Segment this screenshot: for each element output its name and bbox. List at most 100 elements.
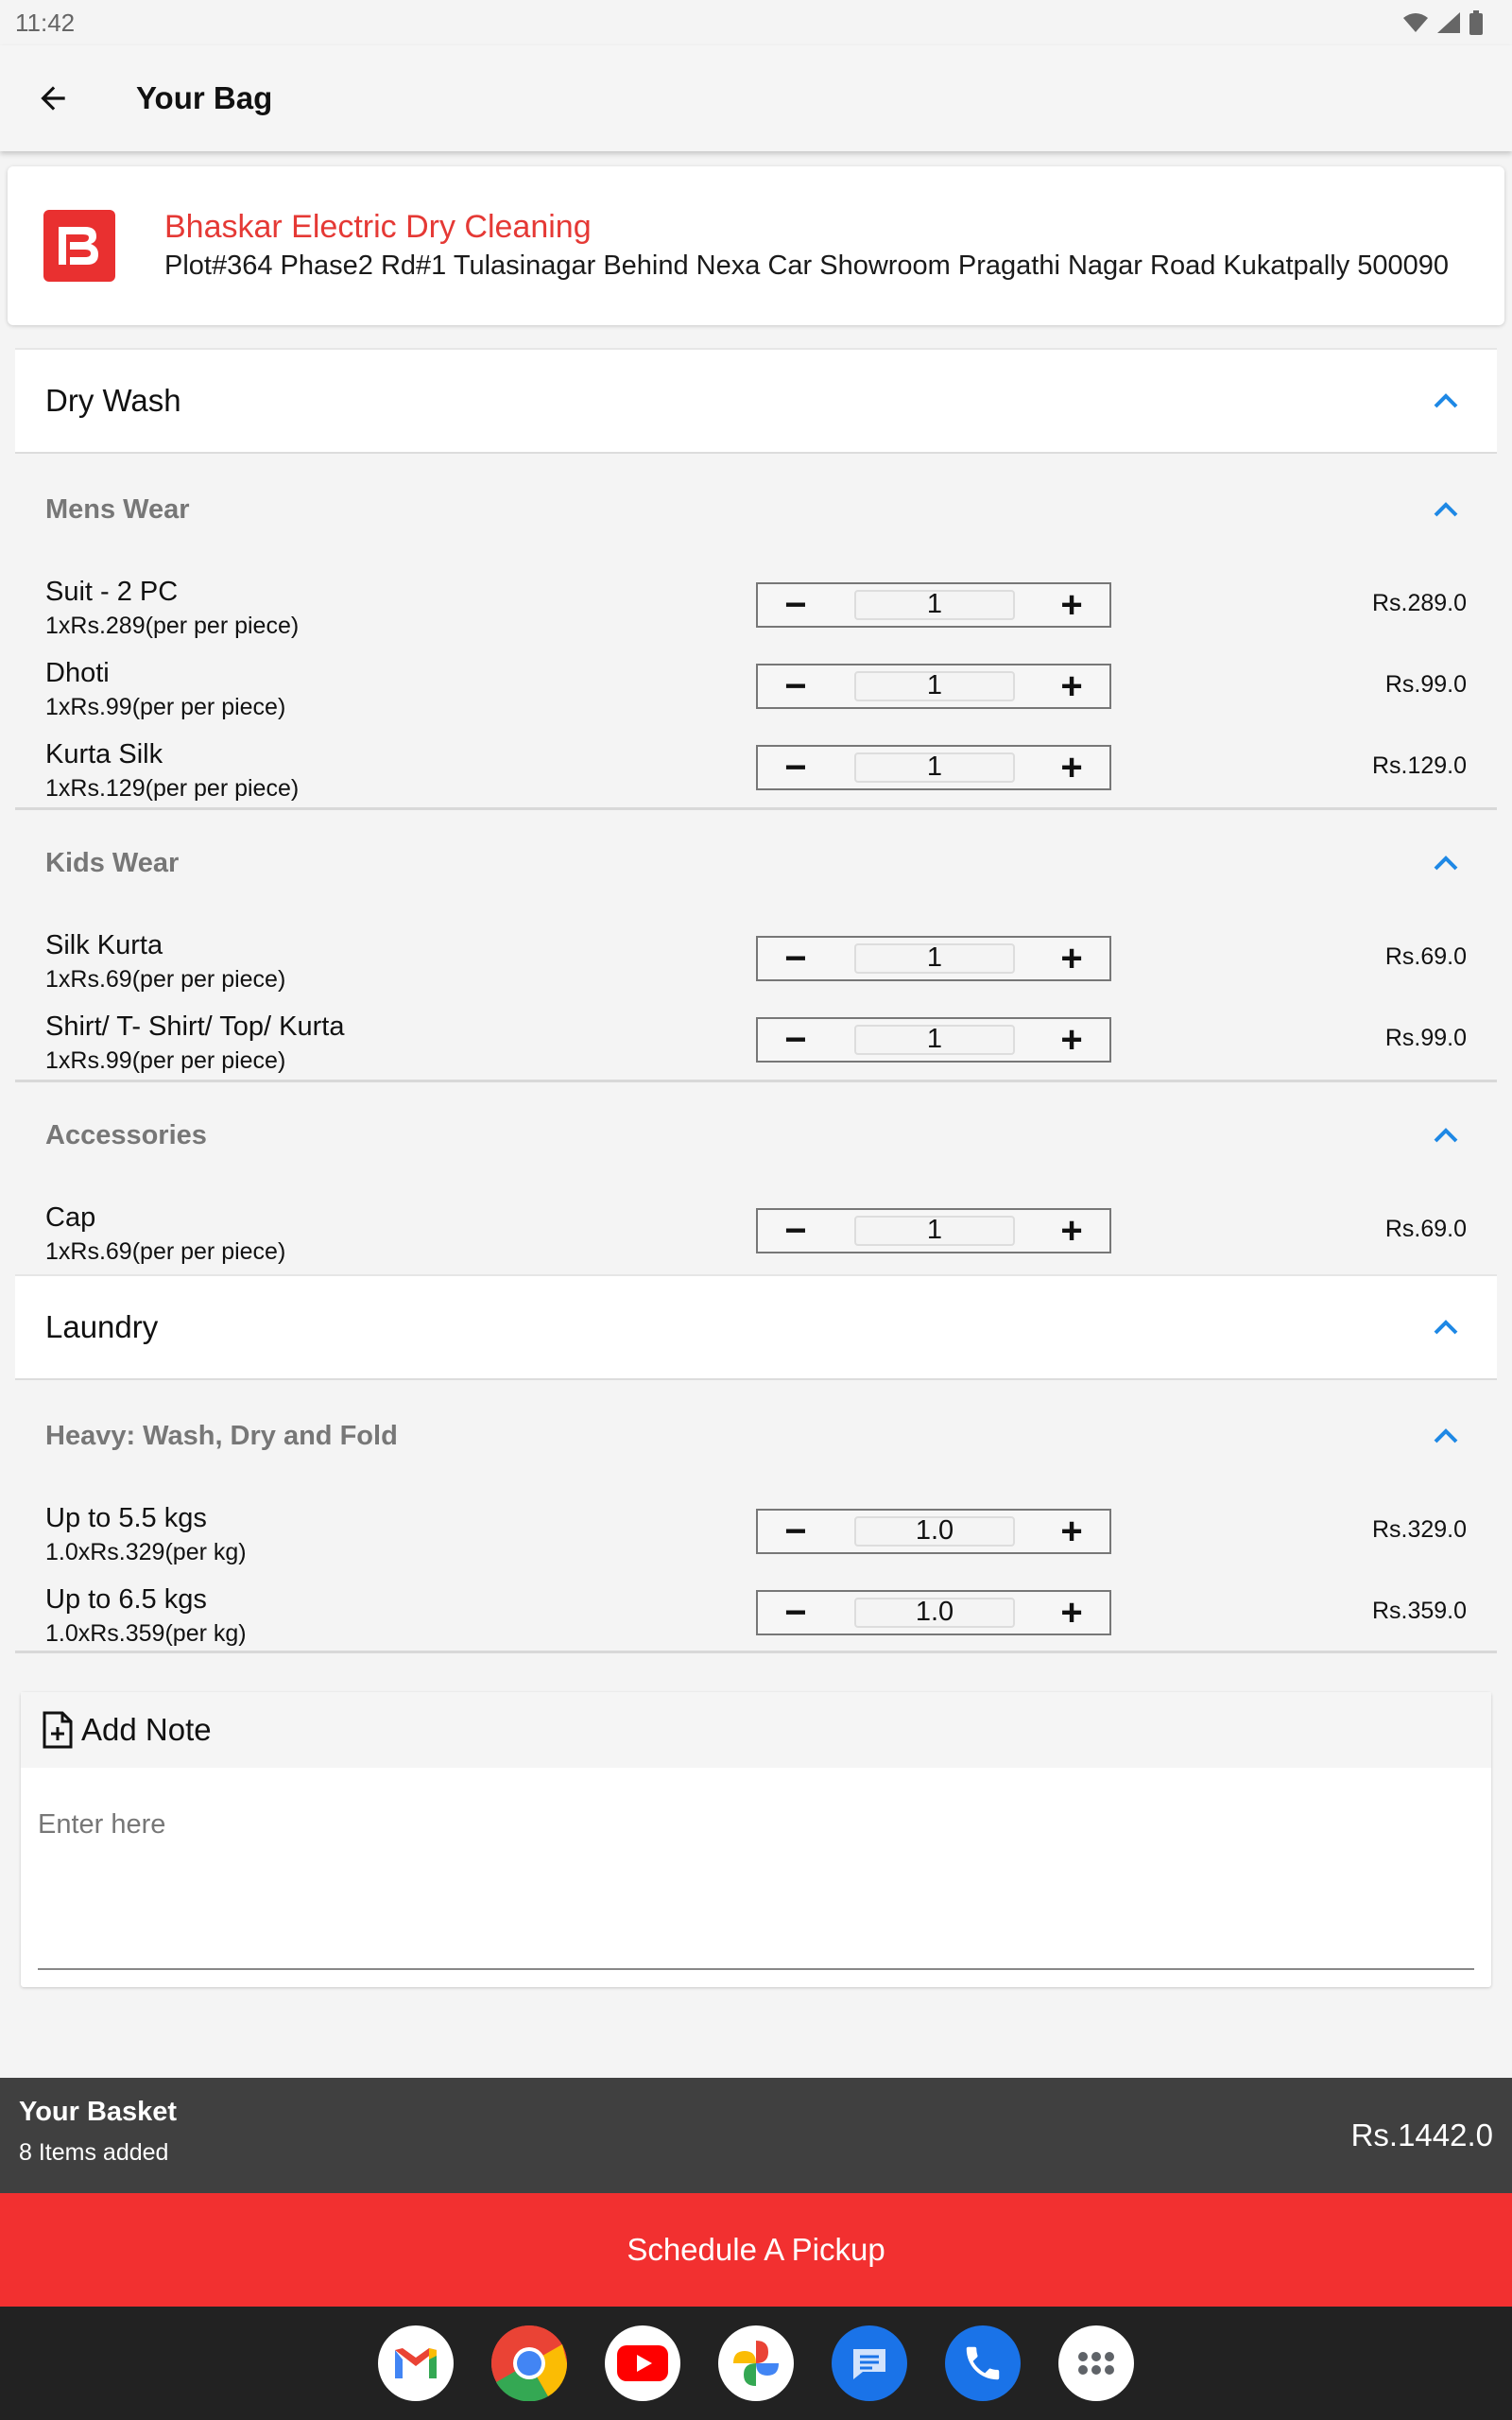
note-card: Add Note — [21, 1692, 1491, 1987]
quantity-stepper: − 1.0 + — [756, 1509, 1111, 1554]
battery-icon — [1469, 10, 1483, 35]
chevron-up-icon[interactable] — [1433, 1427, 1459, 1444]
youtube-glyph — [617, 2345, 668, 2381]
phone-icon[interactable] — [945, 2325, 1021, 2401]
decrement-button[interactable]: − — [758, 1210, 833, 1252]
item-name: Up to 6.5 kgs — [45, 1584, 207, 1615]
list-item: Up to 6.5 kgs 1.0xRs.359(per kg) − 1.0 +… — [15, 1579, 1497, 1660]
category-kids-wear[interactable]: Kids Wear — [15, 811, 1497, 915]
gmail-icon[interactable] — [378, 2325, 454, 2401]
quantity-field[interactable]: 1 — [854, 752, 1015, 783]
category-title: Accessories — [45, 1119, 207, 1150]
increment-button[interactable]: + — [1034, 938, 1109, 979]
category-mens-wear[interactable]: Mens Wear — [15, 458, 1497, 562]
list-item: Silk Kurta 1xRs.69(per per piece) − 1 + … — [15, 925, 1497, 1006]
shop-address: Plot#364 Phase2 Rd#1 Tulasinagar Behind … — [164, 251, 1450, 281]
increment-button[interactable]: + — [1034, 666, 1109, 707]
item-unit-price: 1xRs.69(per per piece) — [45, 1238, 286, 1265]
chevron-up-icon[interactable] — [1433, 1319, 1459, 1336]
item-unit-price: 1.0xRs.329(per kg) — [45, 1539, 247, 1565]
increment-button[interactable]: + — [1034, 1210, 1109, 1252]
divider — [15, 1080, 1497, 1082]
increment-button[interactable]: + — [1034, 1511, 1109, 1552]
increment-button[interactable]: + — [1034, 1592, 1109, 1634]
item-total: Rs.289.0 — [1371, 590, 1467, 616]
messages-icon[interactable] — [832, 2325, 907, 2401]
arrow-back-icon — [41, 86, 65, 111]
item-name: Up to 5.5 kgs — [45, 1503, 207, 1533]
chevron-up-icon[interactable] — [1433, 855, 1459, 872]
item-name: Dhoti — [45, 658, 110, 688]
section-title: Laundry — [45, 1309, 159, 1344]
increment-button[interactable]: + — [1034, 747, 1109, 788]
divider — [15, 807, 1497, 810]
shop-name[interactable]: Bhaskar Electric Dry Cleaning — [164, 207, 1449, 247]
item-name: Shirt/ T- Shirt/ Top/ Kurta — [45, 1011, 345, 1042]
decrement-button[interactable]: − — [758, 666, 833, 707]
quantity-stepper: − 1 + — [756, 936, 1111, 981]
item-name: Silk Kurta — [45, 930, 163, 960]
list-item: Suit - 2 PC 1xRs.289(per per piece) − 1 … — [15, 571, 1497, 652]
chrome-glyph — [491, 2325, 567, 2401]
list-item: Dhoti 1xRs.99(per per piece) − 1 + Rs.99… — [15, 652, 1497, 734]
note-header: Add Note — [21, 1692, 1491, 1768]
item-unit-price: 1xRs.129(per per piece) — [45, 775, 300, 802]
category-heavy-wash[interactable]: Heavy: Wash, Dry and Fold — [15, 1384, 1497, 1488]
item-total: Rs.99.0 — [1384, 671, 1467, 698]
item-unit-price: 1xRs.99(per per piece) — [45, 694, 286, 720]
quantity-field[interactable]: 1.0 — [854, 1516, 1015, 1547]
quantity-field[interactable]: 1 — [854, 1025, 1015, 1055]
section-laundry[interactable]: Laundry — [15, 1274, 1497, 1380]
apps-icon[interactable] — [1058, 2325, 1134, 2401]
schedule-pickup-button[interactable]: Schedule A Pickup — [0, 2193, 1512, 2307]
quantity-stepper: − 1 + — [756, 582, 1111, 628]
youtube-icon[interactable] — [605, 2325, 680, 2401]
decrement-button[interactable]: − — [758, 1592, 833, 1634]
status-bar: 11:42 — [0, 0, 1512, 45]
quantity-field[interactable]: 1 — [854, 671, 1015, 701]
item-total: Rs.69.0 — [1384, 1216, 1467, 1242]
chevron-up-icon[interactable] — [1433, 501, 1459, 518]
basket-summary: Your Basket 8 Items added Rs.1442.0 — [0, 2078, 1512, 2193]
quantity-stepper: − 1 + — [756, 664, 1111, 709]
decrement-button[interactable]: − — [758, 1019, 833, 1061]
status-time: 11:42 — [15, 8, 76, 37]
quantity-field[interactable]: 1.0 — [854, 1598, 1015, 1628]
decrement-button[interactable]: − — [758, 1511, 833, 1552]
increment-button[interactable]: + — [1034, 584, 1109, 626]
note-input[interactable] — [38, 1796, 1478, 1853]
quantity-field[interactable]: 1 — [854, 590, 1015, 620]
list-item: Up to 5.5 kgs 1.0xRs.329(per kg) − 1.0 +… — [15, 1497, 1497, 1579]
back-button[interactable] — [0, 45, 106, 151]
item-unit-price: 1xRs.289(per per piece) — [45, 613, 300, 639]
app-dock — [0, 2307, 1512, 2420]
note-underline — [38, 1968, 1474, 1970]
section-dry-wash[interactable]: Dry Wash — [15, 348, 1497, 454]
item-total: Rs.69.0 — [1384, 943, 1467, 970]
category-accessories[interactable]: Accessories — [15, 1083, 1497, 1187]
increment-button[interactable]: + — [1034, 1019, 1109, 1061]
decrement-button[interactable]: − — [758, 747, 833, 788]
item-total: Rs.359.0 — [1371, 1598, 1467, 1624]
item-unit-price: 1xRs.99(per per piece) — [45, 1047, 286, 1074]
messages-glyph — [853, 2349, 885, 2379]
item-name: Suit - 2 PC — [45, 577, 179, 607]
status-icons — [1402, 10, 1484, 35]
note-add-icon — [43, 1711, 73, 1749]
basket-title: Your Basket — [19, 2097, 178, 2127]
item-total: Rs.129.0 — [1371, 752, 1467, 779]
chevron-up-icon[interactable] — [1433, 1127, 1459, 1144]
divider — [15, 1651, 1497, 1653]
list-item: Shirt/ T- Shirt/ Top/ Kurta 1xRs.99(per … — [15, 1006, 1497, 1087]
chrome-icon[interactable] — [491, 2325, 567, 2401]
basket-total: Rs.1442.0 — [1350, 2118, 1493, 2152]
item-name: Cap — [45, 1202, 96, 1233]
chevron-up-icon[interactable] — [1433, 392, 1459, 409]
section-title: Dry Wash — [45, 383, 181, 418]
decrement-button[interactable]: − — [758, 584, 833, 626]
photos-glyph — [733, 2341, 779, 2386]
decrement-button[interactable]: − — [758, 938, 833, 979]
quantity-field[interactable]: 1 — [854, 943, 1015, 974]
photos-icon[interactable] — [718, 2325, 794, 2401]
quantity-field[interactable]: 1 — [854, 1216, 1015, 1246]
